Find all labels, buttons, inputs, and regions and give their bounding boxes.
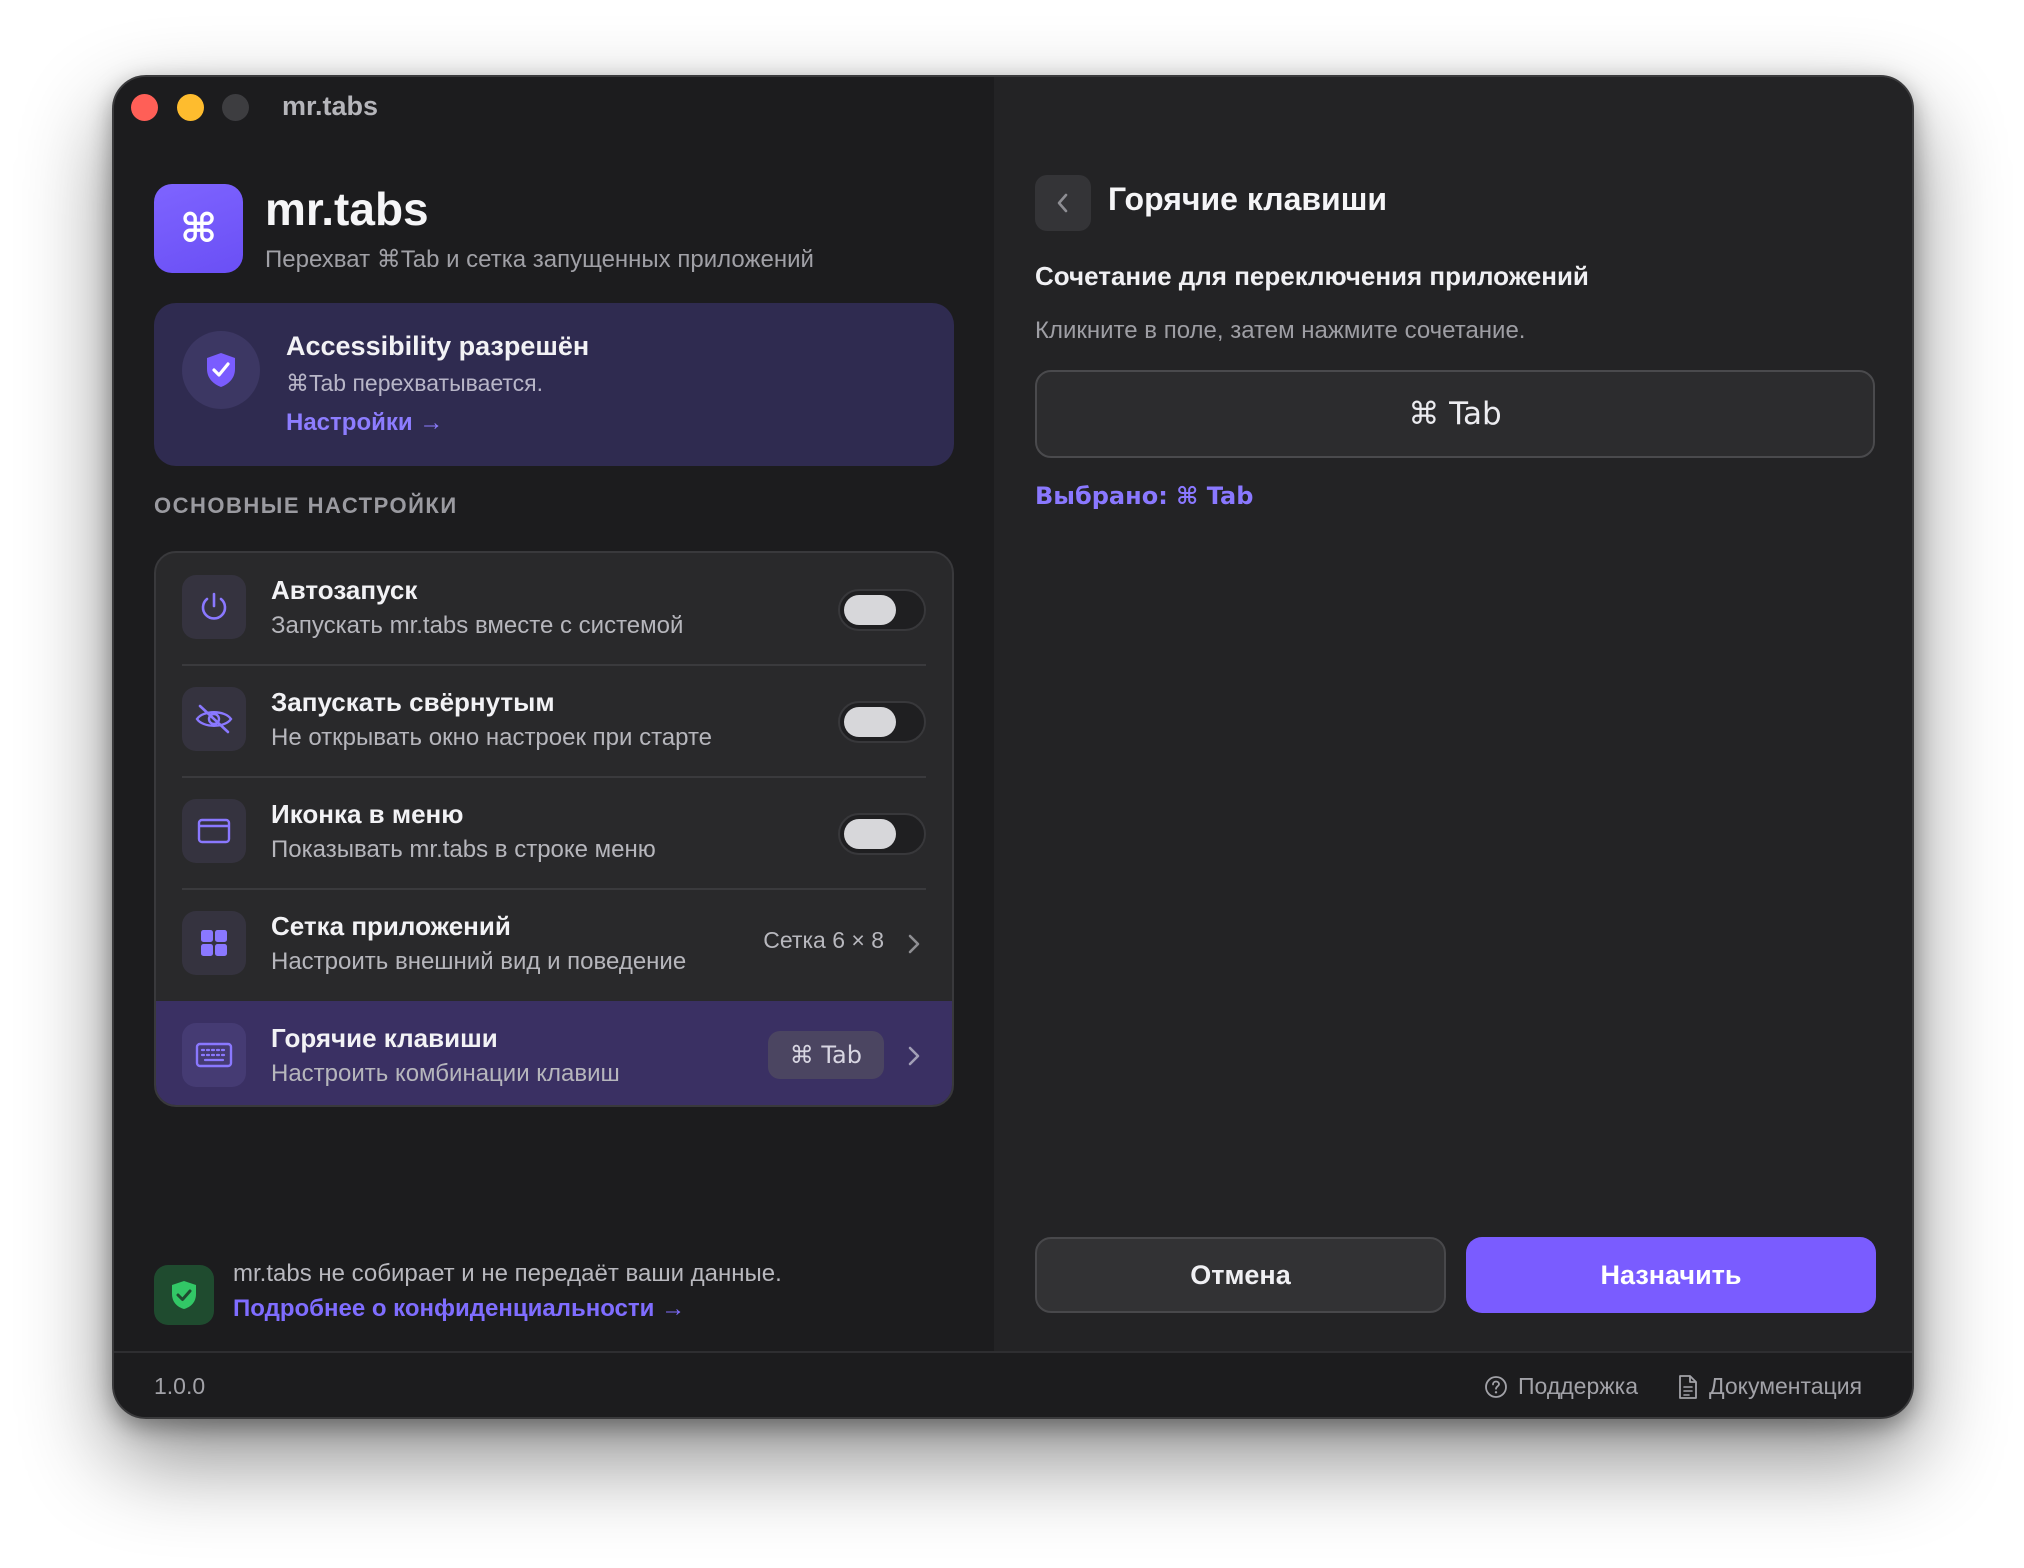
app-logo-icon: ⌘ [154, 184, 243, 273]
assign-button[interactable]: Назначить [1466, 1237, 1876, 1313]
documentation-link[interactable]: Документация [1677, 1373, 1862, 1400]
setting-row-menubar-icon[interactable]: Иконка в меню Показывать mr.tabs в строк… [156, 777, 952, 889]
support-link[interactable]: Поддержка [1484, 1373, 1638, 1400]
setting-title: Запускать свёрнутым [271, 687, 555, 717]
setting-title: Сетка приложений [271, 911, 511, 941]
accessibility-subtitle: ⌘Tab перехватывается. [286, 370, 544, 396]
accessibility-status-card: Accessibility разрешён ⌘Tab перехватывае… [154, 303, 954, 466]
status-bar: 1.0.0 Поддержка Документация [114, 1351, 1912, 1417]
shortcut-recorder-field[interactable]: ⌘ Tab [1035, 370, 1875, 458]
power-icon [182, 575, 246, 639]
help-circle-icon [1485, 1375, 1507, 1398]
version-label: 1.0.0 [154, 1373, 206, 1399]
accessibility-settings-link[interactable]: Настройки → [286, 409, 443, 437]
chevron-left-icon [1057, 193, 1068, 213]
back-button[interactable] [1035, 175, 1091, 231]
toggle-knob [844, 819, 896, 849]
menubar-icon-toggle[interactable] [838, 813, 926, 855]
keyboard-icon [182, 1023, 246, 1087]
setting-title: Горячие клавиши [271, 1023, 498, 1053]
privacy-link[interactable]: Подробнее о конфиденциальности → [233, 1295, 685, 1323]
menubar-icon [182, 799, 246, 863]
eye-off-icon [182, 687, 246, 751]
chevron-right-icon [908, 934, 920, 954]
document-icon [1679, 1374, 1697, 1399]
accessibility-title: Accessibility разрешён [286, 331, 590, 361]
setting-title: Иконка в меню [271, 799, 464, 829]
start-minimized-toggle[interactable] [838, 701, 926, 743]
settings-list: Автозапуск Запускать mr.tabs вместе с си… [154, 551, 954, 1107]
combo-hint: Кликните в поле, затем нажмите сочетание… [1035, 317, 1526, 344]
setting-title: Автозапуск [271, 575, 418, 605]
chevron-right-icon [908, 1046, 920, 1066]
setting-row-start-minimized[interactable]: Запускать свёрнутым Не открывать окно на… [156, 665, 952, 777]
window-title: mr.tabs [282, 91, 379, 121]
privacy-shield-icon [154, 1265, 214, 1325]
zoom-window-button[interactable] [222, 94, 249, 121]
hotkeys-detail-pane: Горячие клавиши Сочетание для переключен… [994, 77, 1912, 1351]
toggle-knob [844, 707, 896, 737]
app-window: mr.tabs ⌘ mr.tabs Перехват ⌘Tab и сетка … [112, 75, 1914, 1419]
setting-subtitle: Показывать mr.tabs в строке меню [271, 836, 656, 863]
setting-row-hotkeys[interactable]: Горячие клавиши Настроить комбинации кла… [156, 1001, 952, 1105]
setting-subtitle: Настроить внешний вид и поведение [271, 948, 687, 975]
setting-row-autostart[interactable]: Автозапуск Запускать mr.tabs вместе с си… [156, 553, 952, 665]
minimize-window-button[interactable] [177, 94, 204, 121]
hotkey-chip: ⌘ Tab [767, 1031, 884, 1079]
privacy-statement: mr.tabs не собирает и не передаёт ваши д… [233, 1260, 782, 1287]
selected-shortcut-label: Выбрано: ⌘ Tab [1035, 482, 1254, 510]
panel-title: Горячие клавиши [1108, 181, 1388, 217]
grid-icon [182, 911, 246, 975]
setting-subtitle: Настроить комбинации клавиш [271, 1060, 620, 1087]
setting-subtitle: Не открывать окно настроек при старте [271, 724, 713, 751]
sidebar-pane: mr.tabs ⌘ mr.tabs Перехват ⌘Tab и сетка … [114, 77, 994, 1351]
close-window-button[interactable] [131, 94, 158, 121]
setting-subtitle: Запускать mr.tabs вместе с системой [271, 612, 684, 639]
grid-size-value: Сетка 6 × 8 [763, 927, 884, 953]
support-label: Поддержка [1518, 1373, 1638, 1399]
app-subtitle: Перехват ⌘Tab и сетка запущенных приложе… [265, 246, 814, 273]
autostart-toggle[interactable] [838, 589, 926, 631]
app-name: mr.tabs [265, 183, 429, 235]
combo-heading: Сочетание для переключения приложений [1035, 261, 1589, 291]
cancel-button[interactable]: Отмена [1035, 1237, 1446, 1313]
toggle-knob [844, 595, 896, 625]
shield-check-icon [182, 331, 260, 409]
settings-section-heading: ОСНОВНЫЕ НАСТРОЙКИ [154, 493, 458, 518]
documentation-label: Документация [1709, 1373, 1863, 1399]
setting-row-app-grid[interactable]: Сетка приложений Настроить внешний вид и… [156, 889, 952, 1001]
